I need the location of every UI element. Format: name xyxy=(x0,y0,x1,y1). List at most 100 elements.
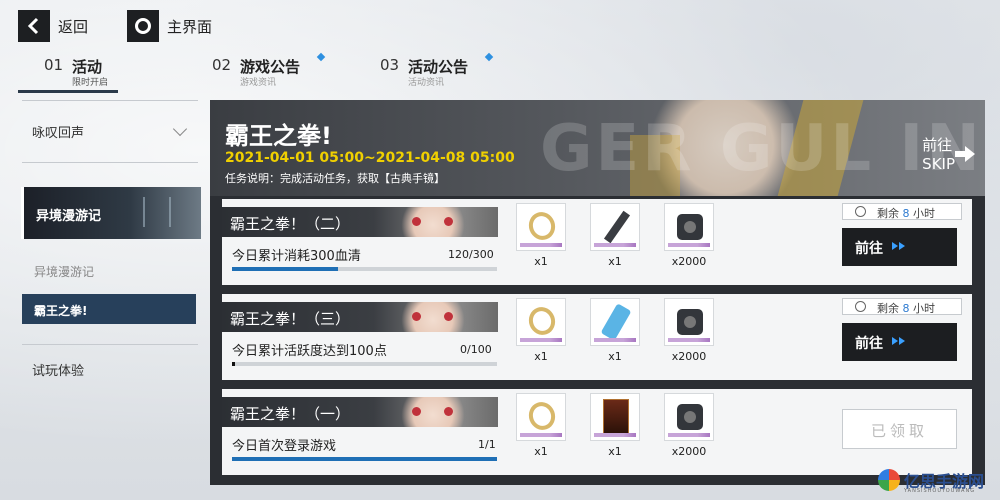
tab-number: 03 xyxy=(380,56,400,74)
reward-item[interactable]: x1 xyxy=(590,298,640,363)
back-label: 返回 xyxy=(58,17,89,36)
sidebar-card-label: 异境漫游记 xyxy=(36,209,102,224)
reward-item[interactable]: x1 xyxy=(590,203,640,268)
sidebar-card-wanderer[interactable]: 异境漫游记 xyxy=(21,187,201,239)
eye xyxy=(444,312,453,321)
progress-fill xyxy=(232,267,338,271)
tab-label: 游戏公告 xyxy=(240,58,301,76)
task-header: 霸王之拳！（三） xyxy=(222,302,498,332)
skip-button[interactable]: 前往 SKIP xyxy=(922,136,955,174)
reward-item[interactable]: x2000 xyxy=(664,393,714,458)
character-face xyxy=(398,207,468,237)
task-header: 霸王之拳！（二） xyxy=(222,207,498,237)
task-row: 霸王之拳！（一） 今日首次登录游戏 1/1 x1 x1 x2000 已领取 xyxy=(222,389,972,475)
reward-qty: x1 xyxy=(534,445,548,458)
home-button[interactable]: 主界面 xyxy=(127,10,212,42)
tab-number: 01 xyxy=(44,56,64,74)
sidebar-group-echo[interactable]: 咏叹回声 xyxy=(18,100,203,160)
tab-sub: 限时开启 xyxy=(72,78,109,88)
progress-bar xyxy=(232,362,497,366)
go-label: 前往 xyxy=(855,336,883,352)
chevron-down-icon xyxy=(172,121,188,137)
go-button[interactable]: 前往 xyxy=(842,323,957,361)
remain-prefix: 剩余 xyxy=(877,302,899,315)
remain-suffix: 小时 xyxy=(913,302,935,315)
progress-bar xyxy=(232,457,497,461)
skip-arrow-icon xyxy=(965,146,975,162)
clock-icon xyxy=(855,301,866,312)
mirror-icon xyxy=(524,208,560,244)
sidebar-group-label: 咏叹回声 xyxy=(32,126,85,141)
task-row: 霸王之拳！（二） 今日累计消耗300血清 120/300 x1 x1 x2000… xyxy=(222,199,972,285)
character-face xyxy=(398,302,468,332)
remain-hours: 8 xyxy=(902,302,910,315)
task-row: 霸王之拳！（三） 今日累计活跃度达到100点 0/100 x1 x1 x2000… xyxy=(222,294,972,380)
home-label: 主界面 xyxy=(167,17,213,36)
task-header: 霸王之拳！（一） xyxy=(222,397,498,427)
claimed-button[interactable]: 已领取 xyxy=(842,409,957,449)
task-name: 霸王之拳！（一） xyxy=(230,405,351,423)
home-ring-icon xyxy=(127,10,159,42)
reward-item[interactable]: x1 xyxy=(516,393,566,458)
go-button[interactable]: 前往 xyxy=(842,228,957,266)
reward-item[interactable]: x2000 xyxy=(664,203,714,268)
mirror-icon xyxy=(524,398,560,434)
reward-qty: x2000 xyxy=(671,350,707,363)
activity-banner: GER GUL ING 霸王之拳! 2021-04-01 05:00~2021-… xyxy=(210,100,985,196)
tab-label: 活动 xyxy=(72,58,103,76)
mirror-icon xyxy=(524,303,560,339)
back-button[interactable]: 返回 xyxy=(18,10,88,42)
banner-title: 霸王之拳! xyxy=(225,122,332,150)
arrow-icon xyxy=(899,242,905,250)
eye xyxy=(412,217,421,226)
active-tab-underline xyxy=(18,90,118,93)
go-label: 前往 xyxy=(855,241,883,257)
remain-hours: 8 xyxy=(902,207,910,220)
sidebar-item-trial[interactable]: 试玩体验 xyxy=(32,360,84,379)
tab-number: 02 xyxy=(212,56,232,74)
sidebar-item-wanderer[interactable]: 异境漫游记 xyxy=(34,263,94,280)
tab-label: 活动公告 xyxy=(408,58,469,76)
progress-fill xyxy=(232,362,235,366)
clock-icon xyxy=(855,206,866,217)
reward-item[interactable]: x1 xyxy=(516,298,566,363)
arrow-icon xyxy=(892,242,898,250)
banner-date: 2021-04-01 05:00~2021-04-08 05:00 xyxy=(225,150,515,166)
reward-qty: x1 xyxy=(608,350,622,363)
character-face xyxy=(398,397,468,427)
arrow-icon xyxy=(899,337,905,345)
tab-sub: 游戏资讯 xyxy=(240,78,277,88)
skip-en: SKIP xyxy=(922,155,955,173)
reward-item[interactable]: x1 xyxy=(590,393,640,458)
reward-item[interactable]: x2000 xyxy=(664,298,714,363)
nut-icon xyxy=(677,214,703,240)
banner-bg-text: GER GUL ING xyxy=(540,112,985,186)
reward-qty: x1 xyxy=(608,255,622,268)
task-name: 霸王之拳！（二） xyxy=(230,215,351,233)
task-desc: 今日首次登录游戏 xyxy=(232,439,337,454)
banner-desc: 任务说明：完成活动任务，获取【古典手镜】 xyxy=(225,172,445,185)
watermark-sub: YANSISHOUYOUWANG xyxy=(904,488,976,494)
tab-sub: 活动资讯 xyxy=(408,78,445,88)
task-progress: 1/1 xyxy=(478,438,496,451)
task-progress: 0/100 xyxy=(460,343,492,356)
reward-qty: x2000 xyxy=(671,445,707,458)
time-remaining: 剩余 8 小时 xyxy=(842,298,962,315)
back-arrow-icon xyxy=(18,10,50,42)
nut-icon xyxy=(677,309,703,335)
activity-panel: GER GUL ING 霸王之拳! 2021-04-01 05:00~2021-… xyxy=(210,100,985,485)
card-icon xyxy=(603,399,629,435)
sidebar-item-selected[interactable]: 霸王之拳! xyxy=(22,294,196,324)
progress-bar xyxy=(232,267,497,271)
task-progress: 120/300 xyxy=(448,248,494,261)
reward-qty: x1 xyxy=(534,255,548,268)
eye xyxy=(444,407,453,416)
reward-item[interactable]: x1 xyxy=(516,203,566,268)
pier-image xyxy=(143,197,171,227)
divider xyxy=(22,162,198,163)
time-remaining: 剩余 8 小时 xyxy=(842,203,962,220)
eye xyxy=(412,407,421,416)
watermark-logo-icon xyxy=(878,469,900,491)
task-desc: 今日累计消耗300血清 xyxy=(232,249,361,264)
eye xyxy=(444,217,453,226)
